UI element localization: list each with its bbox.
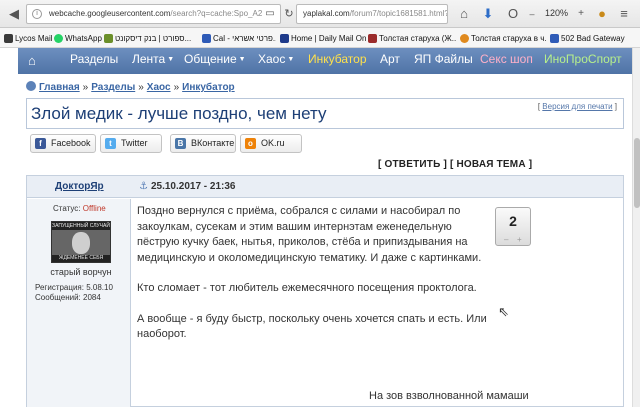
post-header: ДокторЯр ⚓ 25.10.2017 - 21:36: [27, 176, 623, 198]
chevron-down-icon: ▼: [287, 56, 295, 63]
home-icon[interactable]: ⌂: [456, 6, 472, 22]
breadcrumb: Главная» Разделы» Хаос» Инкубатор: [26, 81, 235, 93]
bookmark-bad-gateway[interactable]: 502 Bad Gateway: [550, 32, 632, 45]
browser-toolbar: ◀ i webcache.googleusercontent.com/searc…: [0, 0, 640, 28]
scrollbar-thumb[interactable]: [634, 138, 640, 208]
url-bar-left[interactable]: i webcache.googleusercontent.com/search?…: [26, 4, 281, 24]
nav-item-chaos[interactable]: Хаос ▼: [258, 52, 294, 66]
nav-item-files[interactable]: ЯП Файлы: [414, 52, 473, 66]
daily-mail-icon: [280, 34, 289, 43]
lycos-icon: [4, 34, 13, 43]
url-path: /search?q=cache:Spo_A2: [170, 9, 263, 18]
avatar-caption-bottom: ЖДЕМЕНЕЕ СЕБЯ: [52, 255, 110, 262]
rating-value: 2: [509, 213, 517, 229]
url-path-right: /forum7/topic1681581.html?hl=: [349, 9, 447, 18]
registration-date: Регистрация: 5.08.10: [35, 283, 113, 292]
share-vk-button[interactable]: B ВКонтакте: [170, 134, 236, 153]
ok-icon: o: [245, 138, 256, 149]
back-icon[interactable]: ◀: [6, 6, 22, 22]
status-badge: Offline: [82, 204, 106, 213]
share-facebook-button[interactable]: f Facebook: [30, 134, 96, 153]
breadcrumb-home[interactable]: Главная: [39, 82, 80, 93]
breadcrumb-incubator[interactable]: Инкубатор: [182, 82, 235, 93]
whatsapp-icon: [54, 34, 63, 43]
message-count: Сообщений: 2084: [35, 293, 101, 302]
avatar-icon[interactable]: ●: [594, 6, 610, 22]
bank-icon: [104, 34, 113, 43]
bookmark-old-woman-1[interactable]: Толстая старуха (Ж...: [368, 32, 456, 45]
bookmark-daily-mail[interactable]: Home | Daily Mail Online: [280, 32, 366, 45]
bullet-icon: [26, 81, 36, 91]
nav-item-sport[interactable]: ИноПроСпорт: [544, 52, 622, 66]
reply-links: [ ОТВЕТИТЬ ] [ НОВАЯ ТЕМА ]: [378, 159, 533, 170]
cal-icon: [202, 34, 211, 43]
share-twitter-button[interactable]: t Twitter: [100, 134, 162, 153]
forum-post: ДокторЯр ⚓ 25.10.2017 - 21:36 Статус: Off…: [26, 175, 624, 407]
chevron-down-icon: ▼: [167, 56, 175, 63]
post-paragraph: Поздно вернулся с приёма, собрался с сил…: [137, 205, 482, 264]
plus-icon[interactable]: +: [573, 6, 589, 22]
reply-button[interactable]: ОТВЕТИТЬ: [385, 159, 441, 170]
nav-item-incubator[interactable]: Инкубатор: [308, 52, 367, 66]
url-bar-right[interactable]: yaplakal.com/forum7/topic1681581.html?hl…: [296, 4, 448, 24]
breadcrumb-chaos[interactable]: Хаос: [147, 82, 171, 93]
avatar-face: [72, 232, 90, 254]
opera-icon[interactable]: O: [505, 6, 521, 22]
bookmarks-bar: Lycos Mail WhatsApp ספורט | בנק דיסקונט.…: [0, 28, 640, 48]
video-icon: [368, 34, 377, 43]
author-profile: Статус: Offline ЗАПУЩЕННЫЙ СЛУЧАЙ ЖДЕМЕН…: [27, 199, 131, 407]
post-paragraph: А вообще - я буду быстр, поскольку очень…: [137, 312, 487, 341]
download-icon[interactable]: ⬇: [480, 6, 496, 22]
reload-icon[interactable]: ↻: [281, 6, 297, 22]
reader-icon[interactable]: ▭: [262, 6, 278, 22]
mouse-cursor-icon: ⇖: [498, 304, 509, 319]
nav-item-sex-shop[interactable]: Секс шоп: [480, 52, 533, 66]
zoom-level[interactable]: 120%: [545, 8, 568, 18]
bookmark-discount-bank[interactable]: ספורט | בנק דיסקונט...: [104, 32, 200, 45]
nav-item-sections[interactable]: Разделы: [70, 52, 118, 66]
avatar-caption-top: ЗАПУЩЕННЫЙ СЛУЧАЙ: [52, 222, 110, 230]
twitter-icon: t: [105, 138, 116, 149]
minus-icon[interactable]: –: [524, 6, 540, 22]
author-name[interactable]: ДокторЯр: [55, 181, 104, 192]
nav-item-art[interactable]: Арт: [380, 52, 400, 66]
user-title: старый ворчун: [50, 267, 112, 277]
post-paragraph: Кто сломает - тот любитель ежемесячного …: [137, 282, 477, 294]
url-host: webcache.googleusercontent.com: [49, 9, 171, 18]
rating-minus-button[interactable]: –: [504, 235, 508, 244]
site-navigation: ⌂ Разделы Лента ▼ Общение ▼ Хаос ▼ Инкубато…: [18, 48, 632, 74]
rating-plus-button[interactable]: +: [517, 235, 522, 244]
menu-icon[interactable]: ≡: [616, 6, 632, 22]
status-line: Статус: Offline: [53, 204, 106, 213]
info-icon[interactable]: i: [32, 9, 42, 19]
nav-item-chat[interactable]: Общение ▼: [184, 52, 246, 66]
bookmark-whatsapp[interactable]: WhatsApp: [54, 32, 102, 45]
chevron-down-icon: ▼: [238, 56, 246, 63]
bookmark-cal[interactable]: Cal - פרטי אשראי...: [202, 32, 276, 45]
nav-item-feed[interactable]: Лента ▼: [132, 52, 174, 66]
home-icon[interactable]: ⌂: [28, 53, 42, 68]
bookmark-old-woman-2[interactable]: Толстая старуха в ч...: [460, 32, 546, 45]
post-body: Поздно вернулся с приёма, собрался с сил…: [137, 204, 487, 358]
page-icon: [550, 34, 559, 43]
share-ok-button[interactable]: o OK.ru: [240, 134, 302, 153]
rating-widget: 2 – +: [495, 207, 531, 246]
vk-icon: B: [175, 138, 186, 149]
topic-header: Злой медик - лучше поздно, чем нету [ Ве…: [26, 98, 624, 129]
facebook-icon: f: [35, 138, 46, 149]
bookmark-lycos-mail[interactable]: Lycos Mail: [4, 32, 52, 45]
post-date: ⚓ 25.10.2017 - 21:36: [139, 181, 236, 192]
breadcrumb-sections[interactable]: Разделы: [91, 82, 135, 93]
new-topic-button[interactable]: НОВАЯ ТЕМА: [457, 159, 526, 170]
avatar[interactable]: ЗАПУЩЕННЫЙ СЛУЧАЙ ЖДЕМЕНЕЕ СЕБЯ: [51, 221, 111, 263]
anchor-icon[interactable]: ⚓: [139, 181, 148, 192]
post-footer-text: На зов взволнованной мамаши: [369, 390, 529, 402]
page-title: Злой медик - лучше поздно, чем нету: [31, 104, 327, 123]
print-version-link[interactable]: [ Версия для печати ]: [538, 102, 617, 111]
url-host-right: yaplakal.com: [303, 9, 350, 18]
scrollbar[interactable]: [632, 48, 640, 407]
heart-icon: [460, 34, 469, 43]
